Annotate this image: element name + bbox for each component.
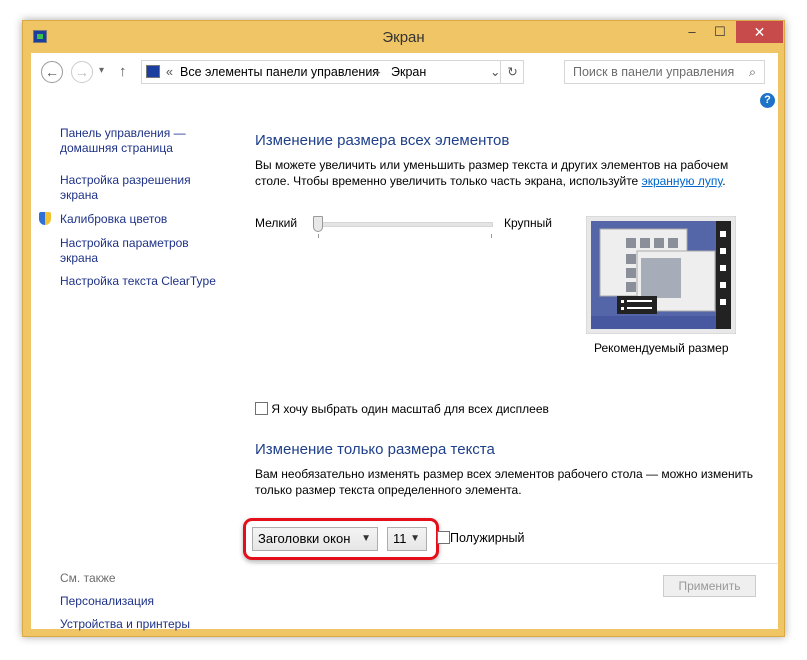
size-slider-thumb[interactable] [313, 216, 323, 232]
section-description: Вы можете увеличить или уменьшить размер… [255, 158, 729, 188]
see-also-heading: См. также [60, 571, 116, 585]
slider-tick [491, 234, 492, 238]
recent-locations-button[interactable]: ▾ [99, 65, 104, 76]
slider-min-label: Мелкий [255, 216, 298, 230]
section-title-all-elements: Изменение размера всех элементов [255, 132, 510, 149]
window-title: Экран [382, 29, 425, 46]
breadcrumb-overflow[interactable]: « [166, 61, 173, 83]
address-bar[interactable]: « Все элементы панели управления ▸ Экран… [141, 60, 524, 84]
display-preview-image [586, 216, 736, 334]
help-icon[interactable]: ? [760, 93, 775, 108]
sidebar-item-resolution[interactable]: Настройка разрешения экрана [60, 173, 191, 203]
checkbox[interactable] [255, 402, 268, 415]
forward-button[interactable]: → [71, 61, 93, 83]
search-placeholder: Поиск в панели управления [573, 65, 735, 79]
up-button[interactable]: ↑ [119, 63, 127, 80]
breadcrumb-all-items[interactable]: Все элементы панели управления [180, 61, 379, 83]
section-title-text-only: Изменение только размера текста [255, 441, 495, 458]
see-also-devices[interactable]: Устройства и принтеры [60, 617, 190, 632]
sidebar-item-home[interactable]: Панель управления — домашняя страница [60, 126, 186, 156]
breadcrumb-separator[interactable]: ▸ [376, 61, 381, 83]
size-slider-track[interactable] [315, 222, 493, 227]
refresh-button[interactable]: ↻ [500, 61, 524, 83]
maximize-button[interactable]: ☐ [706, 21, 734, 43]
apply-button[interactable]: Применить [663, 575, 756, 597]
back-button[interactable]: ← [41, 61, 63, 83]
magnifier-link[interactable]: экранную лупу [642, 174, 723, 188]
content-area: ← → ▾ ↑ « Все элементы панели управления… [31, 53, 778, 632]
chevron-down-icon: ▼ [361, 533, 371, 544]
chevron-down-icon: ▼ [410, 533, 420, 544]
display-app-icon [33, 30, 47, 43]
see-also-personalization[interactable]: Персонализация [60, 594, 154, 609]
sidebar-item-calibration[interactable]: Калибровка цветов [60, 212, 167, 227]
search-icon[interactable]: ⌕ [749, 61, 756, 83]
one-scale-checkbox[interactable]: Я хочу выбрать один масштаб для всех дис… [255, 401, 549, 417]
sidebar-item-cleartype[interactable]: Настройка текста ClearType [60, 274, 216, 289]
sidebar-item-display-settings[interactable]: Настройка параметров экрана [60, 236, 189, 266]
preview-caption: Рекомендуемый размер [594, 341, 729, 355]
section2-description: Вам необязательно изменять размер всех э… [255, 467, 754, 497]
bold-checkbox[interactable]: Полужирный [437, 530, 525, 546]
font-size-select[interactable]: 11 ▼ [387, 527, 427, 551]
element-select[interactable]: Заголовки окон ▼ [252, 527, 378, 551]
control-panel-icon [146, 65, 160, 78]
slider-max-label: Крупный [504, 216, 552, 230]
divider [255, 563, 778, 564]
breadcrumb-display[interactable]: Экран [391, 61, 426, 83]
close-button[interactable]: ✕ [736, 21, 783, 43]
checkbox[interactable] [437, 531, 450, 544]
minimize-button[interactable]: ‒ [678, 21, 706, 43]
address-dropdown[interactable]: ⌄ [490, 61, 500, 83]
window: Экран ‒ ☐ ✕ ← → ▾ ↑ « Все элементы панел… [22, 20, 785, 637]
shield-icon [39, 212, 51, 225]
slider-tick [318, 234, 319, 238]
search-input[interactable]: Поиск в панели управления ⌕ [564, 60, 765, 84]
